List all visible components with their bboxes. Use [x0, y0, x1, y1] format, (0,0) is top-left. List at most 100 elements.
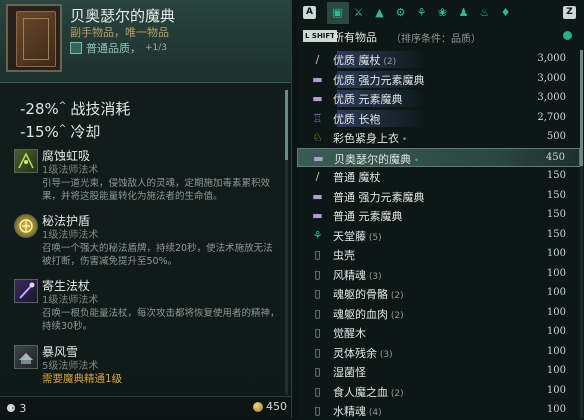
item-count: (2) — [390, 388, 404, 399]
item-name-text: 风精魂 — [333, 268, 366, 282]
tome-icon: ▬ — [312, 92, 323, 105]
gold-amount: 450 — [266, 400, 287, 413]
material-icon: ▯ — [314, 365, 321, 378]
item-name: 贝奥瑟尔的魔典 • — [334, 151, 419, 167]
bag-count: 3 — [19, 402, 27, 415]
key-hint-left[interactable]: A — [303, 6, 316, 19]
item-price: 150 — [546, 228, 566, 240]
stat-caret: ^ — [58, 101, 67, 111]
detail-scrollbar[interactable] — [285, 90, 288, 395]
material-icon: ▯ — [314, 267, 321, 281]
inventory-item[interactable]: ♖ 优质 长袍 2,700 — [297, 109, 580, 128]
material-icon: ▯ — [314, 248, 321, 261]
grimoire-icon — [6, 4, 62, 72]
ability-level: 1级法师法术 — [42, 295, 99, 306]
ability-blizzard[interactable]: 暴风雪 5级法师法术 需要魔典精通1级 — [10, 343, 280, 388]
inventory-item[interactable]: ▯ 水精魂 (4) 100 — [297, 401, 580, 420]
item-name-text: 虫壳 — [333, 249, 355, 262]
gem-icon[interactable]: ♦ — [499, 6, 512, 19]
item-price: 3,000 — [537, 92, 566, 103]
scrollbar-thumb[interactable] — [580, 50, 583, 166]
sort-label[interactable]: （排序条件：品质） — [391, 30, 481, 45]
inventory-item[interactable]: ▬ 普通 强力元素魔典 150 — [297, 187, 580, 206]
item-count: (4) — [368, 408, 382, 418]
detail-footer: ⚈ 3 450 — [0, 396, 291, 419]
blizzard-icon — [14, 345, 38, 369]
item-count: (2) — [390, 291, 404, 301]
inventory-item[interactable]: ▬ 普通 元素魔典 150 — [297, 206, 580, 225]
item-price: 150 — [546, 209, 566, 220]
category-title: 所有物品 — [333, 31, 377, 44]
inventory-item[interactable]: ▯ 食人魔之血 (2) 100 — [297, 382, 580, 401]
inventory-item[interactable]: ▬ 优质 强力元素魔典 3,000 — [297, 70, 580, 89]
ability-level: 1级法师法术 — [42, 165, 99, 176]
quality-label: 普通品质， — [86, 42, 141, 55]
stat-row: -15%^ 冷却 — [20, 119, 133, 142]
inventory-item[interactable]: ∕ 优质 魔杖 (2) 3,000 — [297, 50, 580, 69]
inventory-item-selected[interactable]: ▬ 贝奥瑟尔的魔典 • 450 — [297, 147, 580, 167]
item-price: 450 — [545, 151, 565, 163]
potion-icon[interactable]: ⚙ — [394, 6, 407, 19]
inventory-item[interactable]: ▯ 风精魂 (3) 100 — [297, 265, 580, 284]
inventory-scrollbar[interactable] — [580, 50, 583, 419]
item-name-text: 普通 魔杖 — [333, 171, 381, 184]
item-count: (3) — [368, 271, 382, 282]
inventory-item[interactable]: ▯ 魂躯的骨骼 (2) 100 — [297, 284, 580, 303]
item-price: 500 — [546, 131, 566, 142]
item-name-text: 优质 长袍 — [333, 112, 381, 126]
item-price: 150 — [546, 189, 566, 201]
inventory-item[interactable]: ▯ 虫壳 100 — [297, 245, 580, 264]
sort-toggle-icon[interactable] — [563, 31, 572, 40]
tome-icon: ▬ — [312, 189, 323, 203]
tome-icon: ▬ — [312, 72, 323, 86]
item-name: 普通 元素魔典 — [333, 208, 403, 224]
item-price: 100 — [546, 306, 566, 318]
item-name-text: 食人魔之血 — [333, 385, 388, 399]
item-count: (2) — [383, 57, 397, 67]
item-name: 彩色紧身上衣 • — [333, 130, 407, 146]
inventory-item[interactable]: ▯ 湿菌怪 100 — [297, 362, 580, 381]
item-name: 觉醒木 — [333, 325, 366, 341]
category-tabs: A ▣ ⚔ ▲ ⚙ ⚘ ❀ ♟ ♨ ♦ Z — [297, 0, 584, 26]
stat-label: 战技消耗 — [70, 100, 131, 118]
item-detail-panel: 贝奥瑟尔的魔典 副手物品，唯一物品 普通品质， +1/3 -28%^ 战技消耗 -… — [0, 0, 292, 419]
material-icon: ▯ — [314, 384, 321, 398]
inventory-item[interactable]: ▯ 魂躯的血肉 (2) 100 — [297, 304, 580, 323]
item-price: 100 — [546, 287, 566, 298]
stat-value: -28% — [20, 100, 59, 118]
material-icon: ▯ — [314, 287, 321, 300]
ingredient-icon[interactable]: ⚘ — [415, 6, 428, 19]
arcane-shield-icon — [14, 214, 38, 238]
ability-arcane-shield[interactable]: 秘法护盾 1级法师法术 召唤一个强大的秘法盾牌，持续20秒，使法术施放无法被打断… — [10, 212, 280, 272]
bag-tab-icon[interactable]: ♟ — [457, 6, 470, 19]
wand-icon: ∕ — [315, 170, 320, 183]
item-price: 100 — [546, 345, 566, 357]
herb-icon[interactable]: ❀ — [436, 6, 449, 19]
armor-icon[interactable]: ▲ — [373, 6, 386, 19]
chest-icon[interactable]: ▣ — [331, 6, 344, 19]
inventory-item[interactable]: ♘ 彩色紧身上衣 • 500 — [297, 128, 580, 147]
item-name-text: 贝奥瑟尔的魔典 — [334, 152, 411, 166]
scrollbar-thumb[interactable] — [285, 90, 288, 160]
inventory-item[interactable]: ∕ 普通 魔杖 150 — [297, 167, 580, 186]
robe-icon: ♖ — [312, 111, 323, 125]
inventory-item[interactable]: ▬ 优质 元素魔典 3,000 — [297, 89, 580, 108]
inventory-item[interactable]: ▯ 灵体残余 (3) 100 — [297, 343, 580, 362]
item-name: 水精魂 (4) — [333, 403, 382, 419]
inventory-item[interactable]: ⚘ 天堂藤 (5) 150 — [297, 226, 580, 245]
parasite-staff-icon — [14, 279, 38, 303]
item-name: 优质 长袍 — [333, 111, 381, 127]
item-name-text: 普通 元素魔典 — [333, 210, 403, 223]
ability-parasite-staff[interactable]: 寄生法杖 1级法师法术 召唤一根负能量法杖，每次攻击都将恢复使用者的精神，持续3… — [10, 277, 280, 337]
ability-corrosive-siphon[interactable]: 腐蚀虹吸 1级法师法术 引导一道光束，侵蚀敌人的灵魂，定期施加毒素累积效果，并将… — [10, 147, 280, 207]
key-hint-right[interactable]: Z — [563, 6, 576, 19]
item-header: 贝奥瑟尔的魔典 副手物品，唯一物品 普通品质， +1/3 — [0, 0, 291, 83]
item-name: 优质 魔杖 (2) — [333, 52, 396, 68]
swords-icon[interactable]: ⚔ — [352, 6, 365, 19]
ability-requirement: 需要魔典精通1级 — [42, 373, 123, 385]
item-quality: 普通品质， +1/3 — [70, 40, 167, 56]
item-name: 风精魂 (3) — [333, 267, 382, 283]
shift-key-hint[interactable]: L SHIFT — [303, 30, 337, 42]
inventory-item[interactable]: ▯ 觉醒木 100 — [297, 323, 580, 342]
lamp-icon[interactable]: ♨ — [478, 6, 491, 19]
